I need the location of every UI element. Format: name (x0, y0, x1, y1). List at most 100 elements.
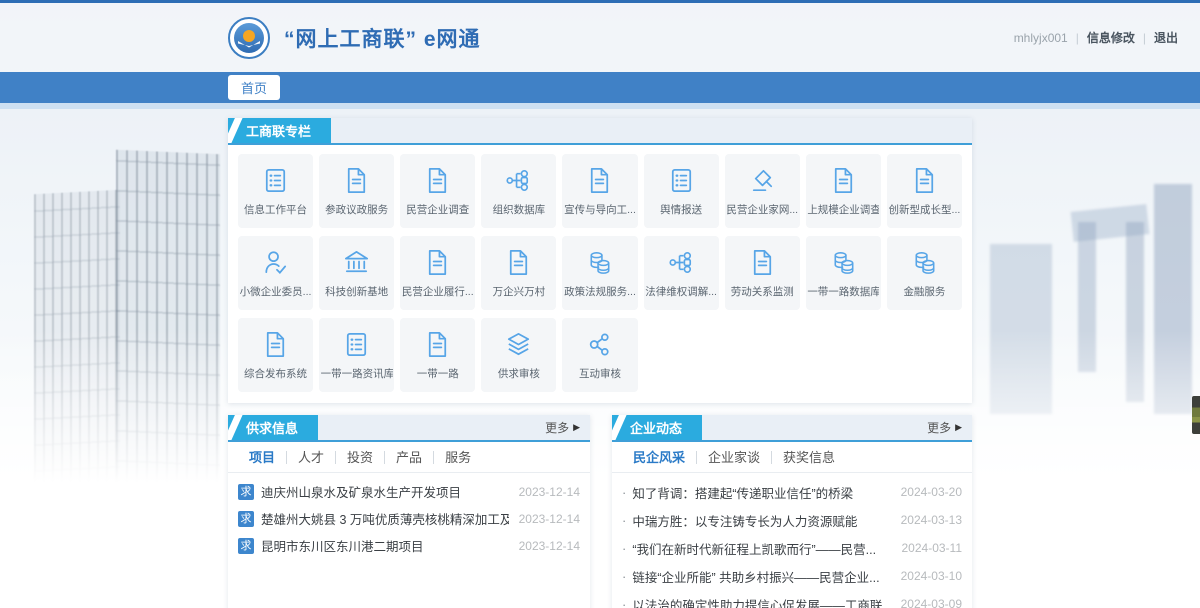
service-tile[interactable]: 上规模企业调查 (806, 154, 881, 228)
supply-list-item[interactable]: 求 楚雄州大姚县 3 万吨优质薄壳核桃精深加工及科... 2023-12-14 (238, 505, 580, 532)
service-tile[interactable]: 民营企业履行... (400, 236, 475, 310)
service-tile[interactable]: 一带一路 (400, 318, 475, 392)
item-title: 昆明市东川区东川港二期项目 (261, 536, 509, 555)
news-tabs: 民企风采 企业家谈 获奖信息 (612, 442, 972, 473)
bullet-icon: · (622, 541, 626, 556)
news-list-item[interactable]: · 中瑞方胜：以专注铸专长为人力资源赋能 2024-03-13 (622, 506, 962, 534)
item-title: 迪庆州山泉水及矿泉水生产开发项目 (261, 482, 509, 501)
document-icon (260, 329, 291, 360)
supply-tab[interactable]: 投资 (336, 451, 385, 464)
supply-tab[interactable]: 产品 (385, 451, 434, 464)
item-date: 2024-03-13 (901, 513, 962, 527)
document-icon (828, 165, 859, 196)
gavel-icon (747, 165, 778, 196)
news-list-item[interactable]: · 以法治的确定性助力提信心促发展——工商联... 2024-03-09 (622, 590, 962, 608)
news-list: · 知了背调：搭建起“传递职业信任”的桥梁 2024-03-20 · 中瑞方胜：… (612, 473, 972, 608)
network-icon (584, 329, 615, 360)
slash-decoration-icon (228, 415, 244, 440)
service-tile[interactable]: 一带一路数据库 (806, 236, 881, 310)
layers-icon (503, 329, 534, 360)
username-label: mhlyjx001 (1014, 31, 1068, 45)
slash-decoration-icon (228, 118, 244, 143)
service-tile[interactable]: 民营企业调查 (400, 154, 475, 228)
enterprise-news-panel: 企业动态 更多 ▶ 民企风采 企业家谈 获奖信息 (612, 415, 972, 608)
demand-badge: 求 (238, 484, 254, 500)
demand-badge: 求 (238, 538, 254, 554)
service-tile-label: 宣传与导向工... (564, 202, 636, 217)
service-tile-label: 舆情报送 (660, 202, 702, 217)
supply-tabs: 项目 人才 投资 产品 服务 (228, 442, 590, 473)
bullet-icon: · (622, 513, 626, 528)
service-tile-label: 综合发布系统 (244, 366, 307, 381)
service-tile[interactable]: 参政议政服务 (319, 154, 394, 228)
item-date: 2023-12-14 (519, 539, 580, 553)
supply-list-item[interactable]: 求 迪庆州山泉水及矿泉水生产开发项目 2023-12-14 (238, 478, 580, 505)
service-tile[interactable]: 劳动关系监测 (725, 236, 800, 310)
item-date: 2024-03-11 (902, 541, 963, 555)
document-icon (422, 247, 453, 278)
news-list-item[interactable]: · 链接“企业所能” 共助乡村振兴——民营企业... 2024-03-10 (622, 562, 962, 590)
services-panel-header: 工商联专栏 (228, 118, 972, 145)
list-icon (341, 329, 372, 360)
service-tile-label: 一带一路 (417, 366, 459, 381)
news-panel-title: 企业动态 (612, 415, 702, 440)
more-arrow-icon: ▶ (573, 422, 580, 433)
slash-decoration-icon (612, 415, 628, 440)
database-icon (584, 247, 615, 278)
nav-home-button[interactable]: 首页 (228, 75, 280, 100)
service-tile[interactable]: 供求审核 (481, 318, 556, 392)
logout-link[interactable]: 退出 (1154, 29, 1178, 46)
services-grid: 信息工作平台 参政议政服务 民营企业调查 组织数据库 (228, 145, 972, 403)
nav-accent-strip (0, 103, 1200, 109)
main-nav: 首页 (0, 72, 1200, 103)
news-list-item[interactable]: · “我们在新时代新征程上凯歌而行”——民营... 2024-03-11 (622, 534, 962, 562)
supply-panel-header: 供求信息 更多 ▶ (228, 415, 590, 442)
news-tab[interactable]: 民企风采 (622, 451, 697, 464)
site-logo (228, 17, 270, 59)
service-tile[interactable]: 互动审核 (562, 318, 637, 392)
list-icon (666, 165, 697, 196)
item-date: 2024-03-10 (901, 569, 962, 583)
news-list-item[interactable]: · 知了背调：搭建起“传递职业信任”的桥梁 2024-03-20 (622, 478, 962, 506)
service-tile[interactable]: 组织数据库 (481, 154, 556, 228)
item-title: 中瑞方胜：以专注铸专长为人力资源赋能 (632, 511, 890, 530)
news-tab[interactable]: 企业家谈 (697, 451, 772, 464)
service-tile[interactable]: 政策法规服务... (562, 236, 637, 310)
service-tile[interactable]: 金融服务 (887, 236, 962, 310)
service-tile[interactable]: 科技创新基地 (319, 236, 394, 310)
news-more-link[interactable]: 更多 ▶ (927, 415, 972, 440)
list-icon (260, 165, 291, 196)
service-tile[interactable]: 小微企业委员... (238, 236, 313, 310)
service-tile[interactable]: 一带一路资讯库 (319, 318, 394, 392)
bank-icon (341, 247, 372, 278)
item-title: “我们在新时代新征程上凯歌而行”——民营... (632, 539, 891, 558)
service-tile[interactable]: 舆情报送 (644, 154, 719, 228)
service-tile-label: 万企兴万村 (493, 284, 546, 299)
service-tile-label: 金融服务 (903, 284, 945, 299)
supply-tab[interactable]: 服务 (434, 451, 482, 464)
service-tile-label: 上规模企业调查 (807, 202, 879, 217)
news-tab[interactable]: 获奖信息 (772, 451, 846, 464)
item-title: 以法治的确定性助力提信心促发展——工商联... (632, 595, 890, 608)
service-tile[interactable]: 宣传与导向工... (562, 154, 637, 228)
supply-tab[interactable]: 项目 (238, 451, 287, 464)
supply-list-item[interactable]: 求 昆明市东川区东川港二期项目 2023-12-14 (238, 532, 580, 559)
demand-badge: 求 (238, 511, 254, 527)
service-tile[interactable]: 综合发布系统 (238, 318, 313, 392)
service-tile[interactable]: 信息工作平台 (238, 154, 313, 228)
services-panel: 工商联专栏 信息工作平台 参政议政服务 (228, 118, 972, 403)
service-tile-label: 一带一路数据库 (807, 284, 879, 299)
service-tile[interactable]: 法律维权调解... (644, 236, 719, 310)
database-icon (828, 247, 859, 278)
supply-more-link[interactable]: 更多 ▶ (545, 415, 590, 440)
edit-profile-link[interactable]: 信息修改 (1087, 29, 1135, 46)
service-tile[interactable]: 民营企业家网... (725, 154, 800, 228)
service-tile[interactable]: 万企兴万村 (481, 236, 556, 310)
service-tile-label: 参政议政服务 (325, 202, 388, 217)
supply-tab[interactable]: 人才 (287, 451, 336, 464)
service-tile-label: 劳动关系监测 (731, 284, 794, 299)
service-tile[interactable]: 创新型成长型... (887, 154, 962, 228)
bullet-icon: · (622, 485, 626, 500)
document-icon (909, 165, 940, 196)
document-icon (747, 247, 778, 278)
